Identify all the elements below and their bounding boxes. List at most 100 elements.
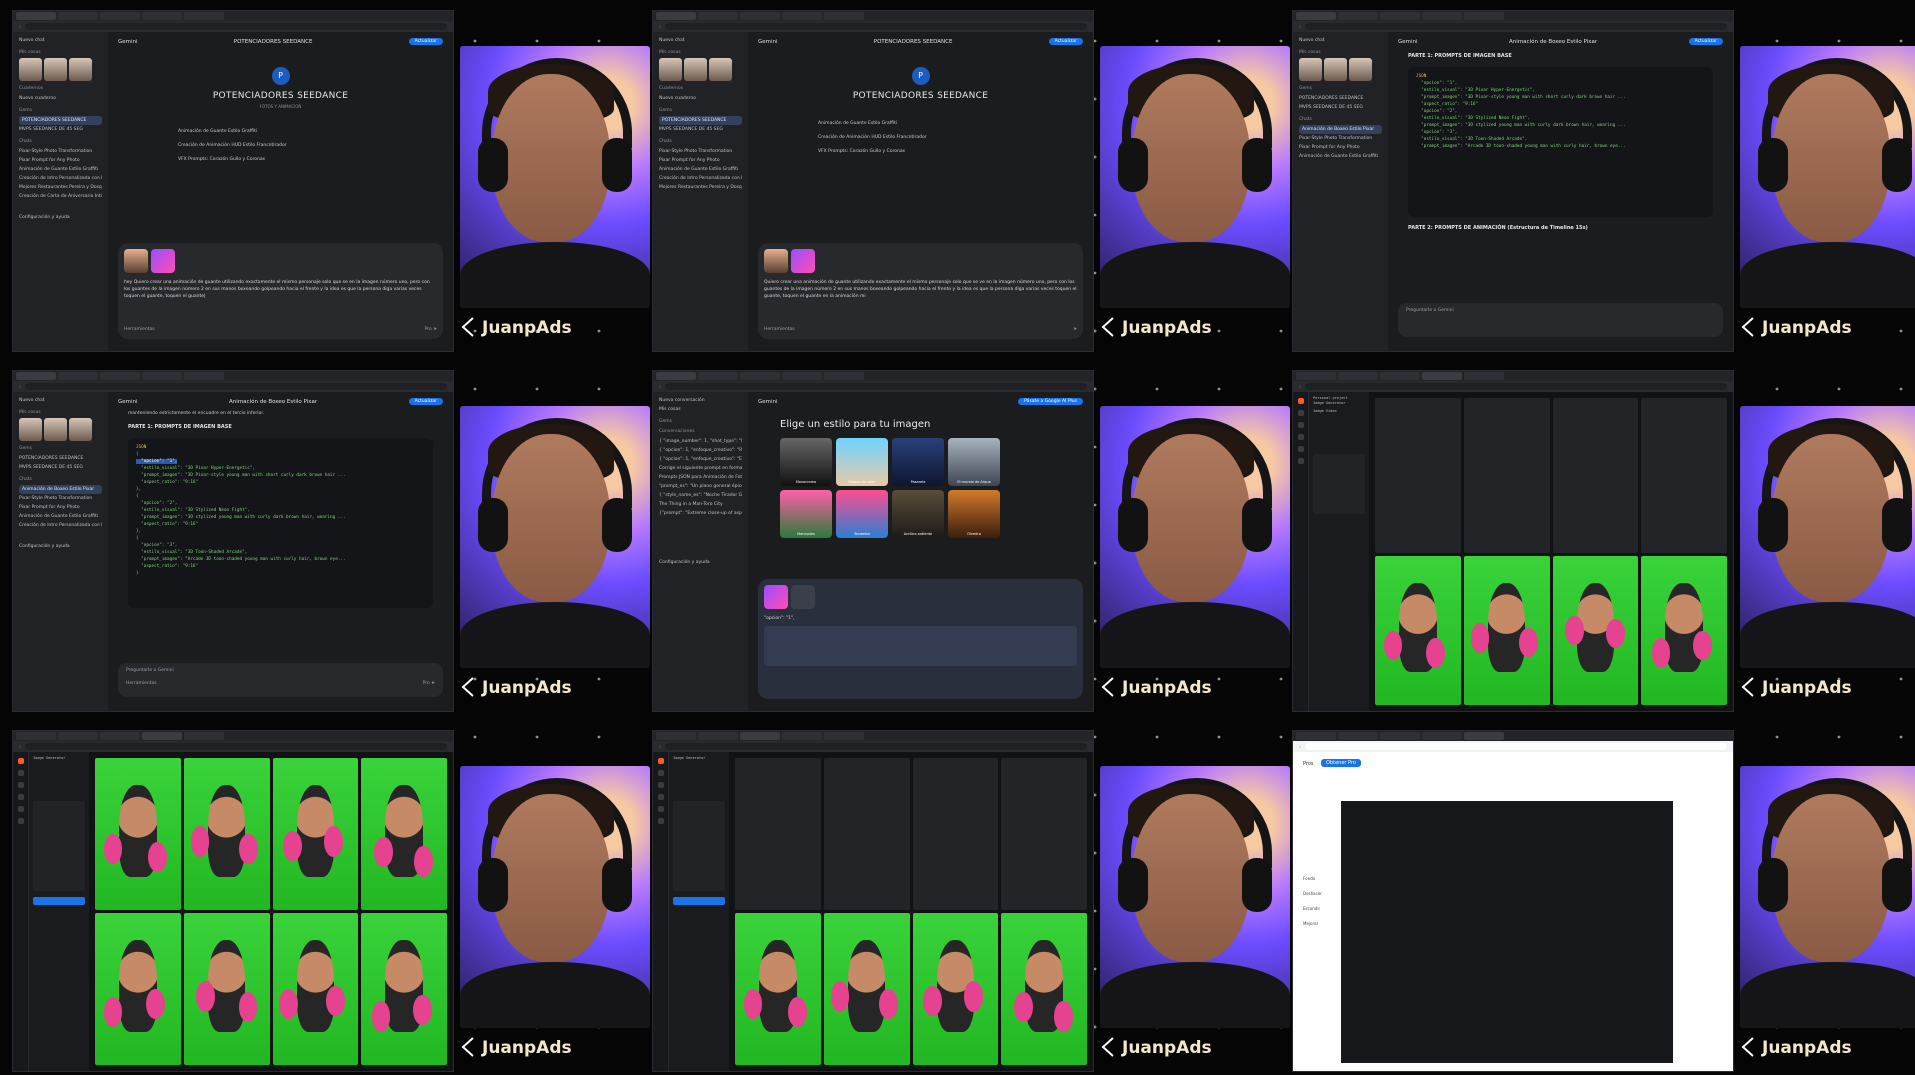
attached-image[interactable] xyxy=(151,249,175,273)
chat-item[interactable]: Pixar Prompt for Any Photo xyxy=(19,156,102,165)
generation-slot[interactable] xyxy=(1001,758,1087,910)
url-field[interactable] xyxy=(1304,743,1727,750)
url-field[interactable] xyxy=(24,23,447,30)
chat-item[interactable]: Creación de Intro Personalizada con IA xyxy=(19,174,102,183)
settings-button[interactable]: Configuración y ayuda xyxy=(19,542,102,551)
generation-slot[interactable] xyxy=(1641,398,1727,553)
suggestion-item[interactable]: Creación de Animación HUD Estilo Francot… xyxy=(178,139,443,153)
chat-item[interactable]: Mejores Restaurantes Pereira y Dosq... xyxy=(659,183,742,192)
conversation-item[interactable]: The Thing in a Man-Toro City xyxy=(659,500,742,509)
new-chat-button[interactable]: Nuevo chat xyxy=(659,36,742,45)
upgrade-button[interactable]: Actualizar xyxy=(408,38,443,45)
code-block[interactable]: JSON "opcion": "1", "estilo_visual": "3D… xyxy=(1408,67,1713,217)
chat-item[interactable]: Animación de Guante Estilo Graffiti xyxy=(19,512,102,521)
browser-tab[interactable] xyxy=(100,12,140,20)
url-field[interactable] xyxy=(1304,383,1727,390)
generated-image[interactable] xyxy=(1375,556,1461,705)
tab-image[interactable]: Image xyxy=(1313,409,1324,414)
attached-image[interactable] xyxy=(124,249,148,273)
new-notebook-button[interactable]: Nuevo cuaderno xyxy=(19,94,102,103)
conversation-item[interactable]: "prompt_es": "Un plano general épico... xyxy=(659,482,742,491)
chat-item[interactable]: Creación de Intro Personalizada con IA xyxy=(659,174,742,183)
generated-image[interactable] xyxy=(735,913,821,1065)
chat-item-active[interactable]: Animación de Boxeo Estilo Pixar xyxy=(19,485,102,494)
chat-item[interactable]: Pixar Prompt for Any Photo xyxy=(1299,143,1382,152)
generated-image[interactable] xyxy=(272,913,359,1065)
suggestion-item[interactable]: Animación de Guante Estilo Graffiti xyxy=(818,117,1083,131)
generated-image[interactable] xyxy=(1001,913,1087,1065)
chat-item[interactable]: Pixar Prompt for Any Photo xyxy=(659,156,742,165)
browser-tab[interactable] xyxy=(58,12,98,20)
send-icon[interactable]: ➤ xyxy=(431,681,435,686)
get-pro-button[interactable]: Obtener Pro xyxy=(1321,759,1361,767)
settings-button[interactable]: Configuración y ayuda xyxy=(19,213,102,222)
generated-image[interactable] xyxy=(183,913,270,1065)
chat-item[interactable]: Animación de Guante Estilo Graffiti xyxy=(19,165,102,174)
chat-item[interactable]: Pixar-Style Photo Transformation xyxy=(19,147,102,156)
generated-image[interactable] xyxy=(95,913,181,1065)
generated-image[interactable] xyxy=(1552,556,1639,705)
prompt-text[interactable]: "opcion": "1", xyxy=(764,615,1077,622)
style-card[interactable]: Pasarela xyxy=(892,438,944,486)
chat-item[interactable]: Creación de Carta de Aniversario Inti... xyxy=(19,192,102,201)
style-card[interactable]: Tendedor xyxy=(836,490,888,538)
gem-item-mvps[interactable]: MVPS SEEDANCE DE 45 SEG xyxy=(19,463,102,472)
style-card[interactable]: Maniquíes xyxy=(780,490,832,538)
generated-image[interactable] xyxy=(361,758,447,910)
generate-button[interactable] xyxy=(673,897,725,905)
generated-image[interactable] xyxy=(1641,556,1727,705)
menu-item-undo[interactable]: Deshacer xyxy=(1303,886,1322,901)
new-chat-button[interactable]: Nuevo chat xyxy=(19,36,102,45)
gem-item-mvps[interactable]: MVPS SEEDANCE DE 45 SEG xyxy=(659,125,742,134)
gem-item-mvps[interactable]: MVPS SEEDANCE DE 45 SEG xyxy=(19,125,102,134)
send-icon[interactable]: ➤ xyxy=(1073,326,1077,333)
url-field[interactable] xyxy=(664,383,1087,390)
url-field[interactable] xyxy=(24,743,447,750)
upgrade-button[interactable]: Actualizar xyxy=(1688,38,1723,45)
prompt-textarea[interactable] xyxy=(33,801,85,891)
chat-item[interactable]: Mejores Restaurantes Pereira y Dosq... xyxy=(19,183,102,192)
suggestion-item[interactable]: VFX Prompts: Corazón Gullo y Coronas xyxy=(178,153,443,167)
browser-tab[interactable] xyxy=(142,12,182,20)
suggestion-item[interactable]: VFX Prompts: Corazón Gullo y Coronas xyxy=(818,145,1083,159)
new-notebook-button[interactable]: Nuevo cuaderno xyxy=(659,94,742,103)
send-icon[interactable]: ➤ xyxy=(433,327,437,332)
ask-input[interactable]: Preguntarle a Gemini xyxy=(1398,303,1723,337)
url-field[interactable] xyxy=(664,743,1087,750)
generation-slot[interactable] xyxy=(1463,398,1550,553)
generation-slot[interactable] xyxy=(912,758,999,910)
new-chat-button[interactable]: Nuevo chat xyxy=(1299,36,1382,45)
prompt-composer[interactable]: hey Quiero crear una animación de guante… xyxy=(118,243,443,339)
generation-slot[interactable] xyxy=(735,758,821,910)
generated-image[interactable] xyxy=(361,913,447,1065)
upgrade-button[interactable]: Actualizar xyxy=(408,398,443,405)
code-block[interactable]: JSON { "opcion": "1", "estilo_visual": "… xyxy=(128,438,433,608)
mode-select[interactable]: Pro xyxy=(425,327,432,332)
mode-select[interactable]: Pro xyxy=(423,681,430,686)
style-card[interactable]: Bloque de color xyxy=(836,438,888,486)
my-stuff-button[interactable]: Mis cosas xyxy=(659,405,742,414)
gem-item-seedance[interactable]: POTENCIADORES SEEDANCE xyxy=(19,116,102,125)
chat-item[interactable]: Creación de Intro Personalizada con IA xyxy=(19,521,102,530)
conversation-item[interactable]: { "style_name_es": "Noche Tirador G... xyxy=(659,491,742,500)
tools-button[interactable]: Herramientas xyxy=(764,326,795,333)
prompt-composer[interactable]: "opcion": "1", xyxy=(758,579,1083,699)
conversation-item[interactable]: { "image_number": 1, "shot_type": "D... xyxy=(659,437,742,446)
prompt-textarea[interactable] xyxy=(1313,454,1365,514)
tab-video[interactable]: Video xyxy=(1326,409,1337,414)
back-icon[interactable]: ‹ xyxy=(19,24,21,29)
style-card[interactable]: El mundo de Arqua xyxy=(948,438,1000,486)
generated-image[interactable] xyxy=(1463,556,1550,705)
gem-item-seedance[interactable]: POTENCIADORES SEEDANCE xyxy=(19,454,102,463)
chat-item[interactable]: Animación de Guante Estilo Graffiti xyxy=(659,165,742,174)
generation-slot[interactable] xyxy=(823,758,910,910)
conversation-item[interactable]: { "opcion": 1, "enfoque_creativo": "Re..… xyxy=(659,446,742,455)
new-chat-button[interactable]: Nuevo chat xyxy=(19,396,102,405)
url-field[interactable] xyxy=(1304,23,1727,30)
chat-item[interactable]: Pixar-Style Photo Transformation xyxy=(1299,134,1382,143)
editor-canvas[interactable] xyxy=(1341,801,1673,1063)
upgrade-button[interactable]: Actualizar xyxy=(1048,38,1083,45)
chat-item[interactable]: Pixar-Style Photo Transformation xyxy=(19,494,102,503)
ask-input[interactable]: Preguntarle a Gemini Herramientas Pro ➤ xyxy=(118,663,443,697)
style-card[interactable]: Acrílico ardiente xyxy=(892,490,944,538)
